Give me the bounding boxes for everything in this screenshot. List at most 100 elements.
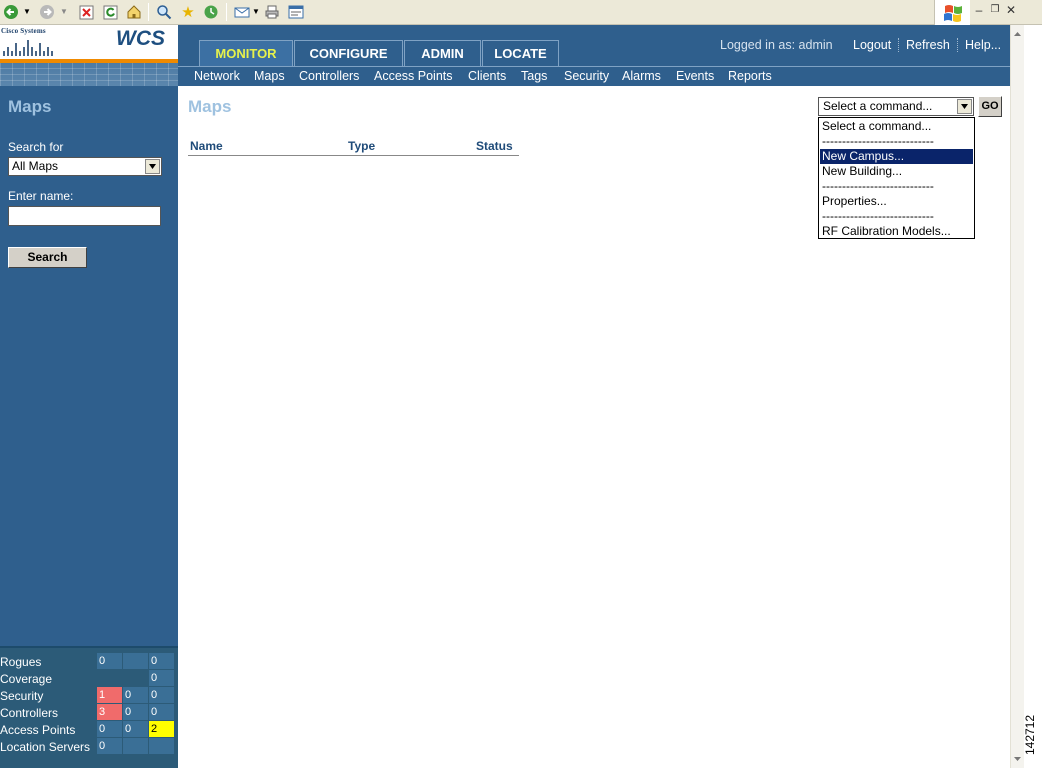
alarm-critical-count[interactable]: 0 — [97, 738, 122, 754]
alarm-row-coverage[interactable]: Coverage 0 — [0, 670, 178, 687]
help-link[interactable]: Help... — [965, 38, 1001, 52]
sub-navigation: Network Maps Controllers Access Points C… — [178, 66, 1010, 86]
cisco-bridge-icon — [3, 40, 53, 56]
logged-in-user: admin — [798, 38, 833, 52]
minimize-icon[interactable]: – — [972, 2, 986, 18]
mail-icon[interactable] — [233, 3, 251, 21]
wcs-wordmark: WCS — [116, 27, 165, 50]
wcs-maps-screen: ▼ ▼ ★ ▼ – ❐ ✕ Cisco Systems WCS MONITOR … — [0, 0, 1042, 768]
alarm-label: Access Points — [0, 723, 76, 737]
toolbar-separator — [226, 3, 227, 21]
chevron-down-icon[interactable] — [145, 159, 160, 174]
map-type-select[interactable]: All Maps — [8, 157, 162, 176]
favorites-icon[interactable]: ★ — [179, 3, 197, 21]
page-title: Maps — [188, 97, 232, 116]
history-icon[interactable] — [202, 3, 220, 21]
command-option-select[interactable]: Select a command... — [820, 119, 973, 134]
alarm-minor-count[interactable]: 2 — [149, 721, 174, 737]
subnav-controllers[interactable]: Controllers — [299, 69, 359, 83]
command-option-new-campus[interactable]: New Campus... — [820, 149, 973, 164]
alarm-row-controllers[interactable]: Controllers 3 0 0 — [0, 704, 178, 721]
back-dropdown-icon[interactable]: ▼ — [22, 3, 32, 21]
alarm-row-location-servers[interactable]: Location Servers 0 — [0, 738, 178, 755]
back-icon[interactable] — [2, 3, 20, 21]
home-icon[interactable] — [125, 3, 143, 21]
column-header-status[interactable]: Status — [476, 139, 513, 153]
alarm-major-count[interactable]: 0 — [123, 704, 148, 720]
tab-configure[interactable]: CONFIGURE — [294, 40, 403, 67]
print-icon[interactable] — [263, 3, 281, 21]
command-option-new-building[interactable]: New Building... — [820, 164, 973, 179]
forward-icon[interactable] — [38, 3, 56, 21]
tab-monitor[interactable]: MONITOR — [199, 40, 293, 67]
alarm-label: Location Servers — [0, 740, 91, 754]
column-header-name[interactable]: Name — [190, 139, 223, 153]
forward-dropdown-icon[interactable]: ▼ — [59, 3, 69, 21]
subnav-security[interactable]: Security — [564, 69, 609, 83]
alarm-minor-count[interactable]: 0 — [149, 653, 174, 669]
stop-icon[interactable] — [77, 3, 95, 21]
alarm-critical-count[interactable]: 0 — [97, 721, 122, 737]
alarm-critical-count[interactable] — [97, 670, 122, 686]
subnav-network[interactable]: Network — [194, 69, 240, 83]
tab-locate[interactable]: LOCATE — [482, 40, 559, 67]
map-type-select-value: All Maps — [12, 159, 59, 173]
refresh-icon[interactable] — [101, 3, 119, 21]
restore-icon[interactable]: ❐ — [988, 2, 1002, 18]
scroll-up-icon[interactable] — [1011, 27, 1024, 41]
go-button[interactable]: GO — [978, 96, 1002, 117]
alarm-minor-count[interactable]: 0 — [149, 704, 174, 720]
command-option-rf-calibration-models[interactable]: RF Calibration Models... — [820, 224, 973, 239]
subnav-access-points[interactable]: Access Points — [374, 69, 453, 83]
alarm-row-rogues[interactable]: Rogues 0 0 — [0, 653, 178, 670]
alarm-row-access-points[interactable]: Access Points 0 0 2 — [0, 721, 178, 738]
refresh-link[interactable]: Refresh — [906, 38, 950, 52]
table-header-divider — [188, 155, 519, 156]
mail-dropdown-icon[interactable]: ▼ — [251, 3, 261, 21]
subnav-reports[interactable]: Reports — [728, 69, 772, 83]
left-sidebar: Maps Search for All Maps Enter name: Sea… — [0, 86, 178, 768]
alarm-major-count[interactable] — [123, 653, 148, 669]
alarm-major-count[interactable] — [123, 738, 148, 754]
name-input[interactable] — [8, 206, 161, 226]
subnav-clients[interactable]: Clients — [468, 69, 506, 83]
logout-link[interactable]: Logout — [853, 38, 891, 52]
subnav-maps[interactable]: Maps — [254, 69, 285, 83]
command-option-separator[interactable]: ---------------------------- — [820, 209, 973, 224]
logged-in-info: Logged in as: admin — [720, 38, 833, 52]
alarm-row-security[interactable]: Security 1 0 0 — [0, 687, 178, 704]
alarm-minor-count[interactable]: 0 — [149, 687, 174, 703]
command-option-separator[interactable]: ---------------------------- — [820, 179, 973, 194]
command-option-properties[interactable]: Properties... — [820, 194, 973, 209]
alarm-minor-count[interactable] — [149, 738, 174, 754]
command-dropdown-list: Select a command... --------------------… — [818, 117, 975, 239]
close-icon[interactable]: ✕ — [1004, 2, 1018, 18]
vertical-scrollbar[interactable] — [1010, 25, 1024, 768]
wcs-logo[interactable]: Cisco Systems WCS — [0, 25, 178, 86]
alarm-critical-count[interactable]: 0 — [97, 653, 122, 669]
search-button[interactable]: Search — [8, 247, 87, 268]
alarm-minor-count[interactable]: 0 — [149, 670, 174, 686]
alarm-major-count[interactable] — [123, 670, 148, 686]
subnav-tags[interactable]: Tags — [521, 69, 547, 83]
alarm-label: Controllers — [0, 706, 59, 720]
chevron-down-icon[interactable] — [957, 99, 972, 114]
edit-page-icon[interactable] — [287, 3, 305, 21]
command-option-separator[interactable]: ---------------------------- — [820, 134, 973, 149]
alarm-major-count[interactable]: 0 — [123, 687, 148, 703]
enter-name-label: Enter name: — [8, 189, 74, 203]
figure-number-text: 142712 — [1023, 714, 1038, 756]
search-for-label: Search for — [8, 140, 64, 154]
alarm-major-count[interactable]: 0 — [123, 721, 148, 737]
alarm-critical-count[interactable]: 3 — [97, 704, 122, 720]
alarm-critical-count[interactable]: 1 — [97, 687, 122, 703]
header-link-separator — [957, 38, 958, 52]
tab-admin[interactable]: ADMIN — [404, 40, 481, 67]
subnav-alarms[interactable]: Alarms — [622, 69, 661, 83]
command-select[interactable]: Select a command... — [818, 97, 974, 116]
app-header: Cisco Systems WCS MONITOR CONFIGURE ADMI… — [0, 25, 1010, 86]
column-header-type[interactable]: Type — [348, 139, 375, 153]
search-icon[interactable] — [155, 3, 173, 21]
logged-in-label: Logged in as: — [720, 38, 796, 52]
subnav-events[interactable]: Events — [676, 69, 714, 83]
